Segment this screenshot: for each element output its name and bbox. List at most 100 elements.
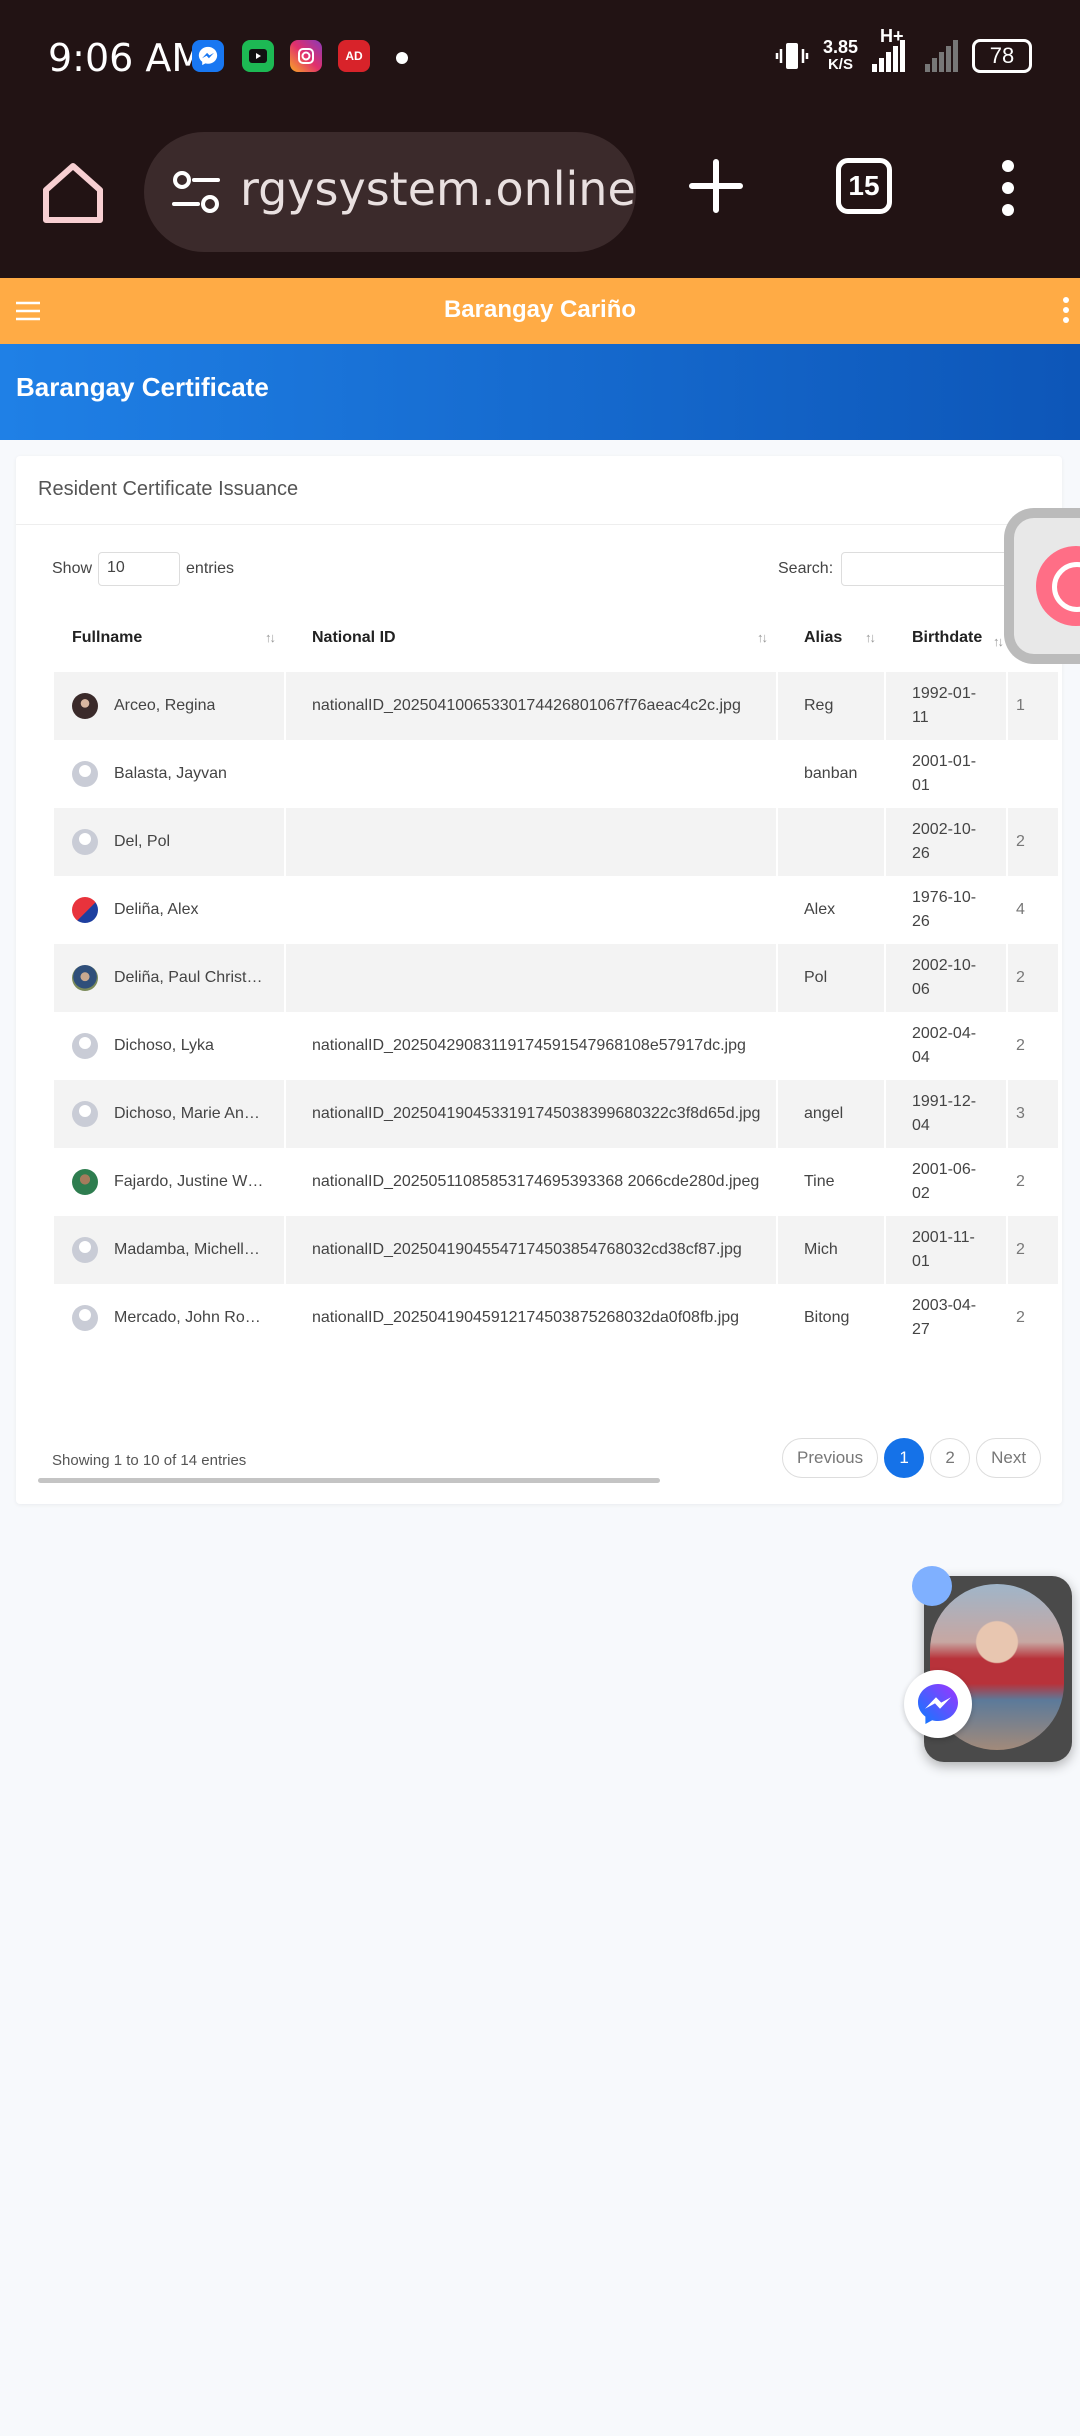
entries-length-control: Show 10 entries <box>52 552 234 586</box>
cell-national-id: nationalID_20250419045547174503854768032… <box>286 1216 776 1284</box>
resident-name: Mercado, John Ro… <box>114 1309 261 1326</box>
table-row[interactable]: Balasta, Jayvan banban 2001-01- 01 <box>54 740 1058 808</box>
column-header-fullname[interactable]: Fullname ↑↓ <box>54 604 284 672</box>
cell-more: 1 <box>1008 672 1058 740</box>
certificate-card: Resident Certificate Issuance Show 10 en… <box>16 456 1062 1504</box>
cell-birthdate: 1976-10- 26 <box>912 889 977 930</box>
status-time: 9:06 AM <box>48 36 205 80</box>
card-divider <box>16 524 1062 525</box>
table-row[interactable]: Deliña, Alex Alex 1976-10- 26 4 <box>54 876 1058 944</box>
cell-alias: Pol <box>778 944 884 1012</box>
cell-birthdate: 2002-10- 26 <box>886 808 1006 876</box>
table-row[interactable]: Arceo, Regina nationalID_2025041006533017… <box>54 672 1058 740</box>
footer-birthdate: Birthdate <box>886 1352 1006 1376</box>
resident-name: Fajardo, Justine W… <box>114 1173 264 1190</box>
battery-icon: 78 <box>972 39 1032 73</box>
avatar <box>72 1033 98 1059</box>
table-row[interactable]: Deliña, Paul Christi… Pol 2002-10- 06 2 <box>54 944 1058 1012</box>
site-settings-icon[interactable] <box>168 164 224 220</box>
url-bar[interactable]: rgysystem.online <box>144 132 636 252</box>
search-label: Search: <box>778 560 834 577</box>
column-header-birthdate[interactable]: Birthdate ↑↓ <box>886 604 1006 672</box>
cell-fullname: Fajardo, Justine W… <box>54 1148 284 1216</box>
network-speed: 3.85 K/S <box>822 37 858 73</box>
table-row[interactable]: Mercado, John Ro… nationalID_202504190459… <box>54 1284 1058 1352</box>
cell-alias: Alex <box>804 901 836 918</box>
more-options-icon[interactable] <box>996 158 1020 218</box>
cell-more <box>1008 740 1058 808</box>
cell-fullname: Mercado, John Ro… <box>54 1284 284 1352</box>
pagination-previous[interactable]: Previous <box>782 1438 879 1478</box>
cell-birthdate: 2002-04- 04 <box>912 1025 977 1066</box>
instagram-icon <box>290 40 322 72</box>
cell-national-id: nationalID_20250410065330174426801067f76… <box>286 672 776 740</box>
cell-more: 2 <box>1016 1173 1025 1190</box>
table-row[interactable]: Fajardo, Justine W… nationalID_2025051108… <box>54 1148 1058 1216</box>
youtube-icon <box>242 40 274 72</box>
avatar <box>72 1169 98 1195</box>
pagination-page-2[interactable]: 2 <box>930 1438 971 1478</box>
cell-national-id: nationalID_20250511085853174695393368 20… <box>312 1173 760 1190</box>
footer-more: A <box>1008 1352 1058 1376</box>
cell-more: 3 <box>1008 1080 1058 1148</box>
cell-alias: Mich <box>778 1216 884 1284</box>
cell-fullname: Madamba, Michell… <box>54 1216 284 1284</box>
table-footer-row: Fullname National ID Alias Birthdate A <box>54 1352 1058 1376</box>
avatar <box>72 829 98 855</box>
cell-national-id <box>286 944 776 1012</box>
resident-name: Deliña, Alex <box>114 901 199 918</box>
notification-dot <box>396 52 408 64</box>
resident-name: Dichoso, Lyka <box>114 1037 214 1054</box>
tab-switcher-button[interactable]: 15 <box>836 158 892 214</box>
table-row[interactable]: Madamba, Michell… nationalID_202504190455… <box>54 1216 1058 1284</box>
floating-record-button[interactable] <box>1004 508 1080 664</box>
cell-fullname: Balasta, Jayvan <box>54 740 284 808</box>
new-tab-icon[interactable] <box>686 156 746 216</box>
column-header-national-id[interactable]: National ID ↑↓ <box>286 604 776 672</box>
horizontal-scrollbar[interactable] <box>38 1478 660 1483</box>
table-header-row: Fullname ↑↓ National ID ↑↓ Alias ↑↓ Birthda… <box>54 604 1058 672</box>
adblocker-icon: AD <box>338 40 370 72</box>
record-icon <box>1036 546 1080 626</box>
cell-alias: banban <box>804 765 858 782</box>
show-label: Show <box>52 560 93 577</box>
header-more-icon[interactable] <box>1062 296 1070 324</box>
footer-national-id: National ID <box>286 1352 776 1376</box>
sort-icon: ↑↓ <box>757 630 768 645</box>
cell-birthdate: 2001-11- 01 <box>886 1216 1006 1284</box>
entries-select[interactable]: 10 <box>98 552 181 586</box>
residents-table: Fullname ↑↓ National ID ↑↓ Alias ↑↓ Birthda… <box>54 604 1058 1376</box>
table-row[interactable]: Dichoso, Marie An… nationalID_20250419045… <box>54 1080 1058 1148</box>
resident-name: Madamba, Michell… <box>114 1241 260 1258</box>
avatar <box>72 1237 98 1263</box>
column-header-alias[interactable]: Alias ↑↓ <box>778 604 884 672</box>
status-bar: 9:06 AM AD 3.85 K/S H+ 78 <box>0 0 1080 118</box>
pagination-next[interactable]: Next <box>976 1438 1042 1478</box>
pagination-page-1[interactable]: 1 <box>884 1438 925 1478</box>
cell-alias: Reg <box>778 672 884 740</box>
home-icon[interactable] <box>38 158 108 228</box>
app-header: Barangay Cariño <box>0 278 1080 344</box>
resident-name: Arceo, Regina <box>114 697 216 714</box>
table-row[interactable]: Dichoso, Lyka nationalID_2025042908311917… <box>54 1012 1058 1080</box>
avatar <box>72 965 98 991</box>
avatar <box>72 1305 98 1331</box>
cell-fullname: Deliña, Alex <box>54 876 284 944</box>
cell-national-id <box>286 740 776 808</box>
cell-national-id: nationalID_20250419045331917450383996803… <box>286 1080 776 1148</box>
cell-birthdate: 2001-01- 01 <box>912 753 977 794</box>
messenger-badge-icon <box>904 1670 972 1738</box>
resident-name: Del, Pol <box>114 833 171 850</box>
table-row[interactable]: Del, Pol 2002-10- 26 2 <box>54 808 1058 876</box>
avatar <box>72 761 98 787</box>
cell-birthdate: 2003-04- 27 <box>912 1297 977 1338</box>
cell-birthdate: 2001-06- 02 <box>912 1161 977 1202</box>
card-title: Resident Certificate Issuance <box>38 478 299 500</box>
url-text: rgysystem.online <box>240 162 636 216</box>
avatar <box>72 1101 98 1127</box>
cell-national-id <box>286 808 776 876</box>
sort-icon: ↑↓ <box>865 630 876 645</box>
page-title: Barangay Certificate <box>16 372 269 402</box>
cell-fullname: Arceo, Regina <box>54 672 284 740</box>
cell-national-id: nationalID_20250429083119174591547968108… <box>312 1037 746 1054</box>
